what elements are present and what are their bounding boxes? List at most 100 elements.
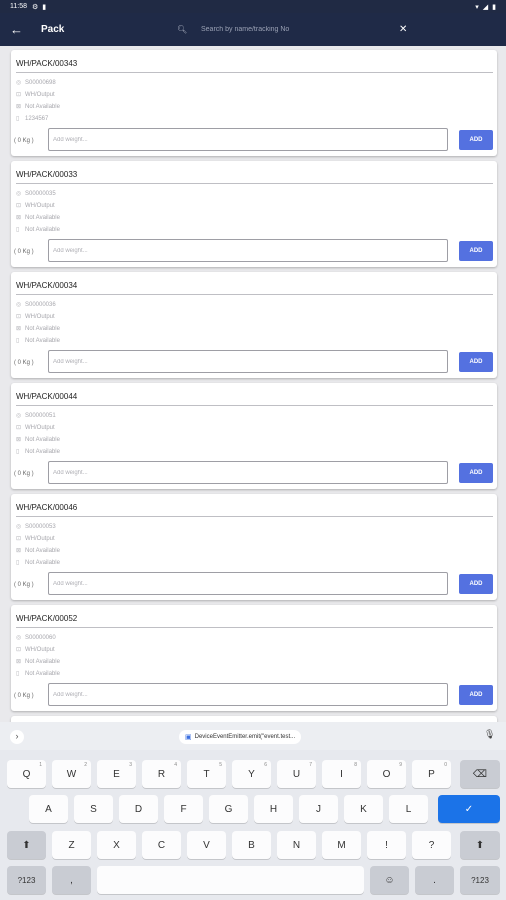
- search-input[interactable]: [201, 26, 391, 33]
- key-o[interactable]: O9: [367, 760, 406, 788]
- key-n[interactable]: N: [277, 831, 316, 859]
- tracking-icon: ▯: [16, 560, 20, 566]
- backspace-key[interactable]: ⌫: [460, 760, 500, 788]
- period-key[interactable]: .: [415, 866, 454, 894]
- info-row: ⊠ Not Available: [16, 103, 60, 111]
- enter-key[interactable]: ✓: [438, 795, 500, 823]
- pack-reference: WH/PACK/00044: [16, 392, 78, 401]
- key-e[interactable]: E3: [97, 760, 136, 788]
- info-icon: ⊠: [16, 326, 22, 332]
- space-key[interactable]: [97, 866, 364, 894]
- pack-reference: WH/PACK/00033: [16, 170, 78, 179]
- key-p[interactable]: P0: [412, 760, 451, 788]
- tracking-row: ▯ 1234567: [16, 115, 49, 123]
- key-s[interactable]: S: [74, 795, 113, 823]
- key-m[interactable]: M: [322, 831, 361, 859]
- status-bar: 11:58 ⚙ ▮ ▾ ◢ ▮: [0, 0, 506, 13]
- key-b[interactable]: B: [232, 831, 271, 859]
- key-k[interactable]: K: [344, 795, 383, 823]
- add-weight-button[interactable]: ADD: [459, 574, 493, 594]
- weight-label: ( 0 Kg ): [14, 138, 34, 144]
- symbols-key-right[interactable]: ?123: [460, 866, 500, 894]
- key-h[interactable]: H: [254, 795, 293, 823]
- key-g[interactable]: G: [209, 795, 248, 823]
- pack-card[interactable]: WH/PACK/00052 ◎ S00000060 ⊡ WH/Output ⊠ Not…: [11, 605, 497, 711]
- location: WH/Output: [25, 91, 55, 98]
- key-w[interactable]: W2: [52, 760, 91, 788]
- key-a[interactable]: A: [29, 795, 68, 823]
- pack-card[interactable]: WH/PACK/00033 ◎ S00000035 ⊡ WH/Output ⊠ Not…: [11, 161, 497, 267]
- key-r[interactable]: R4: [142, 760, 181, 788]
- key-d[interactable]: D: [119, 795, 158, 823]
- weight-input[interactable]: [48, 683, 448, 706]
- microphone-icon[interactable]: 🎙︎: [484, 729, 495, 740]
- shift-key[interactable]: ⬆: [7, 831, 46, 859]
- tracking-icon: ▯: [16, 338, 20, 344]
- status-time: 11:58: [10, 3, 27, 10]
- weight-input[interactable]: [48, 128, 448, 151]
- weight-input[interactable]: [48, 572, 448, 595]
- clipboard-suggestion[interactable]: ▣ DeviceEventEmitter.emit("event.test...: [179, 730, 302, 744]
- weight-label: ( 0 Kg ): [14, 693, 34, 699]
- divider: [16, 183, 493, 184]
- location-row: ⊡ WH/Output: [16, 91, 55, 99]
- tracking-row: ▯ Not Available: [16, 226, 60, 234]
- symbols-key[interactable]: ?123: [7, 866, 46, 894]
- emoji-key[interactable]: ☺: [370, 866, 409, 894]
- tracking-value: 1234567: [25, 115, 49, 122]
- key-q[interactable]: Q1: [7, 760, 46, 788]
- back-arrow-icon[interactable]: ←: [10, 22, 34, 37]
- location: WH/Output: [25, 424, 55, 431]
- key-l[interactable]: L: [389, 795, 428, 823]
- weight-input[interactable]: [48, 239, 448, 262]
- weight-input[interactable]: [48, 461, 448, 484]
- add-weight-button[interactable]: ADD: [459, 685, 493, 705]
- key-y[interactable]: Y6: [232, 760, 271, 788]
- sale-order: S00000060: [25, 634, 56, 641]
- pack-card[interactable]: WH/PACK/00034 ◎ S00000036 ⊡ WH/Output ⊠ Not…: [11, 272, 497, 378]
- key-z[interactable]: Z: [52, 831, 91, 859]
- info-value: Not Available: [25, 547, 60, 554]
- info-row: ⊠ Not Available: [16, 436, 60, 444]
- pack-card[interactable]: WH/PACK/00044 ◎ S00000051 ⊡ WH/Output ⊠ Not…: [11, 383, 497, 489]
- weight-input[interactable]: [48, 350, 448, 373]
- pack-reference: WH/PACK/00343: [16, 59, 78, 68]
- location: WH/Output: [25, 646, 55, 653]
- key-question[interactable]: ?: [412, 831, 451, 859]
- close-icon[interactable]: ✕: [399, 24, 407, 35]
- add-weight-button[interactable]: ADD: [459, 241, 493, 261]
- key-j[interactable]: J: [299, 795, 338, 823]
- shift-key-right[interactable]: ⬆: [460, 831, 500, 859]
- chevron-right-icon[interactable]: ›: [10, 730, 24, 744]
- add-weight-button[interactable]: ADD: [459, 463, 493, 483]
- key-x[interactable]: X: [97, 831, 136, 859]
- comma-key[interactable]: ,: [52, 866, 91, 894]
- key-u[interactable]: U7: [277, 760, 316, 788]
- pack-card[interactable]: WH/PACK/00343 ◎ S00000698 ⊡ WH/Output ⊠ Not…: [11, 50, 497, 156]
- info-value: Not Available: [25, 436, 60, 443]
- order-icon: ◎: [16, 80, 22, 86]
- add-weight-button[interactable]: ADD: [459, 130, 493, 150]
- key-t[interactable]: T5: [187, 760, 226, 788]
- info-icon: ⊠: [16, 104, 22, 110]
- key-f[interactable]: F: [164, 795, 203, 823]
- tracking-value: Not Available: [25, 559, 60, 566]
- sale-order: S00000051: [25, 412, 56, 419]
- location-row: ⊡ WH/Output: [16, 313, 55, 321]
- location-row: ⊡ WH/Output: [16, 202, 55, 210]
- add-weight-button[interactable]: ADD: [459, 352, 493, 372]
- key-c[interactable]: C: [142, 831, 181, 859]
- sale-order-row: ◎ S00000698: [16, 79, 56, 87]
- info-icon: ⊠: [16, 659, 22, 665]
- pack-card[interactable]: WH/PACK/00046 ◎ S00000053 ⊡ WH/Output ⊠ Not…: [11, 494, 497, 600]
- info-value: Not Available: [25, 325, 60, 332]
- location-icon: ⊡: [16, 647, 22, 653]
- pack-list[interactable]: WH/PACK/00343 ◎ S00000698 ⊡ WH/Output ⊠ Not…: [0, 46, 506, 722]
- key-i[interactable]: I8: [322, 760, 361, 788]
- signal-icon: ◢: [482, 3, 489, 11]
- onscreen-keyboard: Q1 W2 E3 R4 T5 Y6 U7 I8 O9 P0 ⌫ A S D F …: [0, 750, 506, 900]
- key-v[interactable]: V: [187, 831, 226, 859]
- key-exclamation[interactable]: !: [367, 831, 406, 859]
- sale-order: S00000036: [25, 301, 56, 308]
- location-icon: ⊡: [16, 536, 22, 542]
